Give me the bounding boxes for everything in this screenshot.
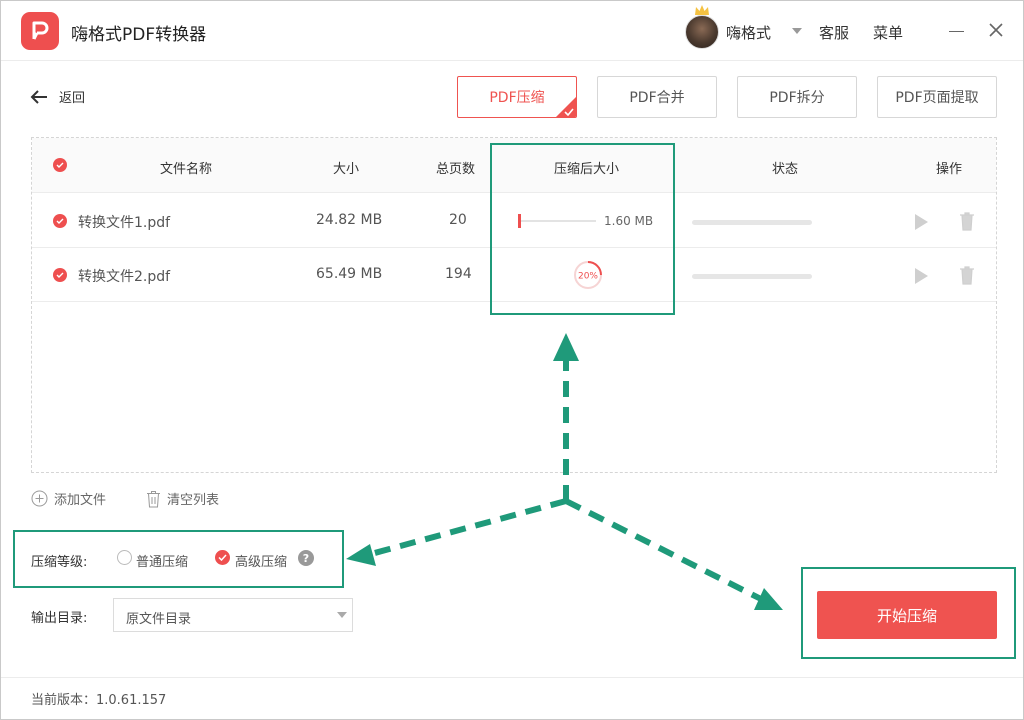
trash-icon — [147, 490, 160, 507]
file-name: 转换文件1.pdf — [78, 215, 171, 231]
add-file-label: 添加文件 — [54, 493, 107, 508]
start-compress-button[interactable]: 开始压缩 — [817, 591, 997, 639]
tab-pdf-compress[interactable]: PDF压缩 — [457, 76, 577, 118]
check-icon — [564, 108, 574, 116]
arrow-left-line — [370, 498, 567, 557]
compressed-size-column-highlight — [490, 143, 675, 315]
check-icon — [56, 218, 64, 224]
plus-circle-icon — [31, 490, 48, 507]
app-logo-icon — [21, 12, 59, 50]
play-icon[interactable] — [915, 268, 928, 284]
add-file-button[interactable]: 添加文件 — [31, 489, 106, 508]
chevron-down-icon[interactable] — [337, 612, 347, 618]
app-window: 嗨格式PDF转换器 嗨格式 客服 菜单 返回 PDF压缩 PDF合并 PDF拆分… — [0, 0, 1024, 720]
tab-label: PDF拆分 — [769, 90, 825, 106]
trash-icon[interactable] — [959, 211, 975, 231]
play-icon[interactable] — [915, 214, 928, 230]
header-actions: 操作 — [936, 162, 963, 177]
row-checkbox[interactable] — [53, 268, 67, 282]
back-button[interactable]: 返回 — [29, 87, 85, 106]
arrowhead-left — [346, 544, 376, 566]
clear-list-label: 清空列表 — [167, 493, 220, 508]
header-status: 状态 — [772, 162, 799, 177]
trash-icon[interactable] — [959, 265, 975, 285]
arrowhead-right — [754, 588, 783, 610]
app-title: 嗨格式PDF转换器 — [71, 25, 207, 45]
header-file-name: 文件名称 — [160, 162, 213, 177]
close-icon[interactable] — [987, 21, 1005, 39]
arrow-left-icon — [30, 89, 47, 104]
file-size: 65.49 MB — [316, 266, 383, 282]
select-all-checkbox[interactable] — [53, 158, 67, 172]
page-count: 20 — [449, 212, 467, 228]
avatar[interactable] — [685, 15, 719, 49]
check-icon — [56, 162, 64, 168]
check-icon — [218, 554, 227, 561]
tab-pdf-merge[interactable]: PDF合并 — [597, 76, 717, 118]
check-icon — [56, 272, 64, 278]
menu-link[interactable]: 菜单 — [873, 22, 903, 43]
status-progress-bar — [692, 274, 812, 279]
chevron-down-icon[interactable] — [792, 28, 802, 34]
file-size: 24.82 MB — [316, 212, 383, 228]
tab-pdf-split[interactable]: PDF拆分 — [737, 76, 857, 118]
clear-list-button[interactable]: 清空列表 — [146, 489, 219, 508]
version-text: 当前版本：1.0.61.157 — [31, 693, 167, 708]
output-dir-select[interactable]: 原文件目录 — [113, 598, 353, 632]
status-progress-bar — [692, 220, 812, 225]
customer-service-link[interactable]: 客服 — [819, 22, 849, 43]
header-size: 大小 — [333, 162, 360, 177]
username[interactable]: 嗨格式 — [726, 22, 771, 43]
tab-pdf-page-extract[interactable]: PDF页面提取 — [877, 76, 997, 118]
back-label: 返回 — [59, 91, 86, 106]
header-pages: 总页数 — [436, 162, 476, 177]
tab-label: PDF页面提取 — [895, 90, 979, 106]
compression-level-label: 压缩等级: — [31, 555, 88, 570]
radio-advanced-compress[interactable] — [215, 550, 230, 565]
file-name: 转换文件2.pdf — [78, 269, 171, 285]
minimize-icon[interactable] — [949, 31, 964, 32]
tab-label: PDF合并 — [629, 90, 685, 106]
crown-icon — [695, 5, 709, 15]
radio-label[interactable]: 普通压缩 — [136, 551, 188, 570]
page-count: 194 — [445, 266, 472, 282]
output-dir-label: 输出目录: — [31, 611, 88, 626]
help-icon[interactable]: ? — [298, 550, 314, 566]
arrow-right-line — [564, 498, 763, 602]
radio-normal-compress[interactable] — [117, 550, 132, 565]
radio-label[interactable]: 高级压缩 — [235, 551, 287, 570]
tab-label: PDF压缩 — [489, 90, 545, 106]
row-checkbox[interactable] — [53, 214, 67, 228]
